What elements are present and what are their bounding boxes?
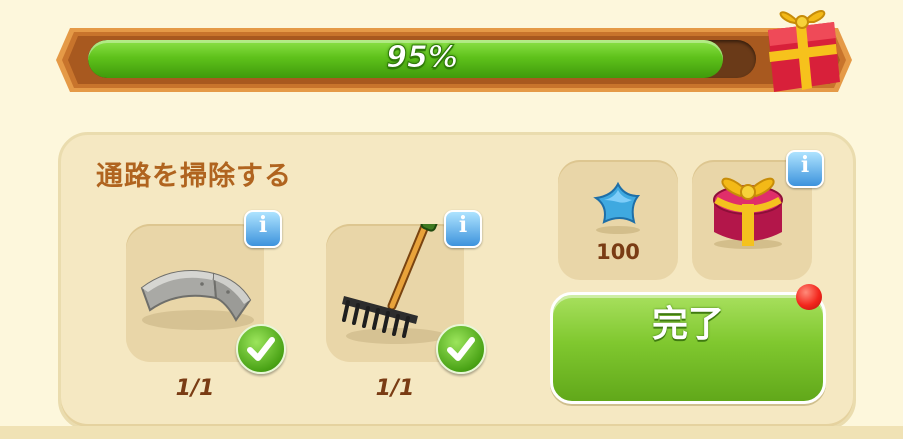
gift-box-icon[interactable]	[760, 0, 846, 95]
stone-path-count: 1/1	[175, 376, 215, 401]
stone-path-info-button[interactable]: i	[244, 210, 282, 248]
notification-dot	[796, 284, 822, 310]
rake-info-button[interactable]: i	[444, 210, 482, 248]
task-title: 通路を掃除する	[96, 161, 292, 192]
rake-count: 1/1	[375, 376, 415, 401]
bottom-strip	[0, 426, 903, 439]
blue-star-icon	[593, 181, 641, 234]
reward-tile-star[interactable]: 100	[558, 160, 678, 280]
gift-box-icon	[713, 177, 783, 249]
complete-button-label: 完了	[651, 304, 724, 345]
progress-percent-label: 95%	[386, 40, 459, 76]
check-icon	[236, 324, 286, 374]
star-reward-amount: 100	[596, 240, 640, 264]
complete-button[interactable]: 完了	[550, 292, 826, 404]
check-icon	[436, 324, 486, 374]
gift-info-button[interactable]: i	[786, 150, 824, 188]
